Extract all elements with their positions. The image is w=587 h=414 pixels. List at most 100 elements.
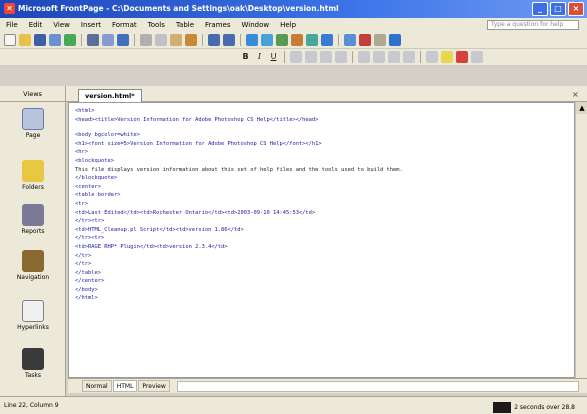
print-icon[interactable] [87, 34, 99, 46]
paste-icon[interactable] [170, 34, 182, 46]
view-page[interactable]: Page [8, 108, 58, 139]
preview-mode-tab[interactable]: Preview [138, 380, 170, 392]
align-left-icon[interactable] [290, 51, 302, 63]
menu-edit[interactable]: Edit [29, 21, 43, 29]
save-icon[interactable] [34, 34, 46, 46]
highlight-icon[interactable] [441, 51, 453, 63]
more-buttons-icon[interactable] [471, 51, 483, 63]
vertical-scrollbar[interactable]: ▲ [575, 102, 587, 378]
justify-icon[interactable] [335, 51, 347, 63]
bold-icon[interactable]: B [240, 51, 251, 63]
menu-table[interactable]: Table [176, 21, 194, 29]
scroll-up-icon[interactable]: ▲ [576, 102, 587, 114]
menu-file[interactable]: File [6, 21, 18, 29]
help-search-box[interactable]: Type a question for help [487, 20, 579, 30]
view-label: Hyperlinks [17, 324, 49, 331]
drawing-icon[interactable] [306, 34, 318, 46]
code-line: </tr> [75, 252, 92, 259]
numbering-icon[interactable] [358, 51, 370, 63]
title-bar: ✕ Microsoft FrontPage - C:\Documents and… [0, 0, 587, 18]
status-right: 2 seconds over 28.8 [493, 399, 575, 414]
menu-format[interactable]: Format [112, 21, 137, 29]
align-right-icon[interactable] [320, 51, 332, 63]
menu-frames[interactable]: Frames [205, 21, 230, 29]
spelling-icon[interactable] [117, 34, 129, 46]
menu-tools[interactable]: Tools [148, 21, 165, 29]
format-painter-icon[interactable] [185, 34, 197, 46]
open-folder-icon[interactable] [19, 34, 31, 46]
maximize-button[interactable]: □ [550, 2, 566, 16]
web-component-icon[interactable] [246, 34, 258, 46]
view-navigation[interactable]: Navigation [8, 250, 58, 281]
borders-icon[interactable] [426, 51, 438, 63]
cut-icon[interactable] [140, 34, 152, 46]
undo-icon[interactable] [208, 34, 220, 46]
italic-icon[interactable]: I [254, 51, 265, 63]
code-line: <blockquote> [75, 157, 114, 164]
menu-window[interactable]: Window [241, 21, 269, 29]
publish-icon[interactable] [49, 34, 61, 46]
toolbar-separator [240, 34, 241, 46]
copy-icon[interactable] [155, 34, 167, 46]
code-line: </center> [75, 278, 105, 285]
formatting-toolbar: B I U [0, 49, 587, 66]
insert-picture-icon[interactable] [291, 34, 303, 46]
view-label: Page [25, 132, 41, 139]
refresh-icon[interactable] [344, 34, 356, 46]
html-code-editor[interactable]: <html> <head><title>Version Information f… [68, 102, 575, 378]
toolbar-separator [81, 34, 82, 46]
menu-help[interactable]: Help [280, 21, 296, 29]
menu-view[interactable]: View [53, 21, 70, 29]
align-center-icon[interactable] [305, 51, 317, 63]
close-button[interactable]: × [568, 2, 584, 16]
preview-browser-icon[interactable] [102, 34, 114, 46]
code-line: <td>RAGE RHP* Plugin</td><td>version 2.3… [75, 243, 228, 250]
underline-icon[interactable]: U [268, 51, 279, 63]
html-mode-tab[interactable]: HTML [112, 380, 138, 392]
bullets-icon[interactable] [373, 51, 385, 63]
view-reports[interactable]: Reports [8, 204, 58, 235]
redo-icon[interactable] [223, 34, 235, 46]
horizontal-scrollbar[interactable] [176, 380, 579, 392]
views-bar: Views Page Folders Reports Navigation Hy… [0, 86, 66, 404]
view-hyperlinks[interactable]: Hyperlinks [8, 300, 58, 331]
decrease-indent-icon[interactable] [388, 51, 400, 63]
help-icon[interactable] [389, 34, 401, 46]
view-label: Folders [22, 184, 44, 191]
insert-layer-icon[interactable] [276, 34, 288, 46]
code-line: <td>Last Edited</td><td>Rochester Ontari… [75, 209, 316, 216]
increase-indent-icon[interactable] [403, 51, 415, 63]
code-line: <html> [75, 108, 95, 114]
code-line: This file displays version information a… [75, 166, 403, 173]
hyperlinks-view-icon [22, 300, 44, 322]
minimize-button[interactable]: _ [532, 2, 548, 16]
cursor-position: Line 22, Column 9 [4, 402, 59, 409]
show-all-icon[interactable] [374, 34, 386, 46]
stop-icon[interactable] [359, 34, 371, 46]
view-tasks[interactable]: Tasks [8, 348, 58, 379]
toolbar-separator [284, 51, 285, 63]
close-document-icon[interactable]: × [572, 90, 581, 99]
hyperlink-icon[interactable] [321, 34, 333, 46]
code-line: </tr><tr> [75, 218, 105, 225]
code-line: <head><title>Version Information for Ado… [75, 116, 319, 123]
code-line: </body> [75, 286, 98, 293]
font-color-icon[interactable] [456, 51, 468, 63]
connection-speed-icon [493, 402, 512, 413]
insert-table-icon[interactable] [261, 34, 273, 46]
toolbar-separator [202, 34, 203, 46]
window-title: Microsoft FrontPage - C:\Documents and S… [18, 4, 339, 13]
menu-insert[interactable]: Insert [81, 21, 101, 29]
code-line: <h1><font size=5>Version Information for… [75, 140, 322, 147]
normal-mode-tab[interactable]: Normal [82, 380, 112, 392]
toolbar-separator [420, 51, 421, 63]
menu-bar: File Edit View Insert Format Tools Table… [0, 18, 587, 32]
view-mode-bar: Normal HTML Preview [68, 378, 587, 393]
page-view-icon [22, 108, 44, 130]
new-page-icon[interactable] [4, 34, 16, 46]
toggle-pane-icon[interactable] [64, 34, 76, 46]
document-tab[interactable]: version.html* [78, 89, 142, 102]
view-folders[interactable]: Folders [8, 160, 58, 191]
